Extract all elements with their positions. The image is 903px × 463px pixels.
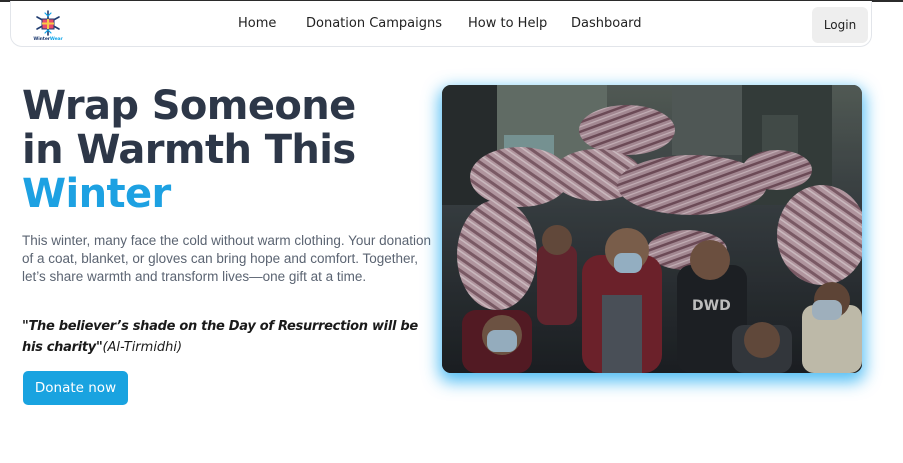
children-carrying-blankets-photo: DWD — [442, 85, 862, 373]
navbar: WinterWear Home Donation Campaigns How t… — [10, 1, 872, 47]
login-button[interactable]: Login — [812, 7, 868, 43]
nav-link-dashboard[interactable]: Dashboard — [571, 16, 642, 31]
hero-title-line-2: in Warmth This — [22, 127, 356, 173]
hero-title-highlight: Winter — [22, 171, 171, 217]
quote-text: "The believer’s shade on the Day of Resu… — [22, 319, 418, 355]
main-nav: Home Donation Campaigns How to Help Dash… — [11, 1, 871, 47]
hero-photo: DWD — [442, 85, 862, 373]
hadith-quote: "The believer’s shade on the Day of Resu… — [22, 316, 432, 358]
hero-title: Wrap Someone in Warmth This Winter — [22, 84, 356, 216]
nav-link-donation-campaigns[interactable]: Donation Campaigns — [306, 16, 442, 31]
hero-title-line-1: Wrap Someone — [22, 83, 356, 129]
donate-now-button[interactable]: Donate now — [23, 371, 128, 405]
hero-description: This winter, many face the cold without … — [22, 233, 431, 284]
nav-link-how-to-help[interactable]: How to Help — [468, 16, 547, 31]
nav-link-home[interactable]: Home — [238, 16, 276, 31]
quote-source: (Al-Tirmidhi) — [102, 340, 183, 355]
